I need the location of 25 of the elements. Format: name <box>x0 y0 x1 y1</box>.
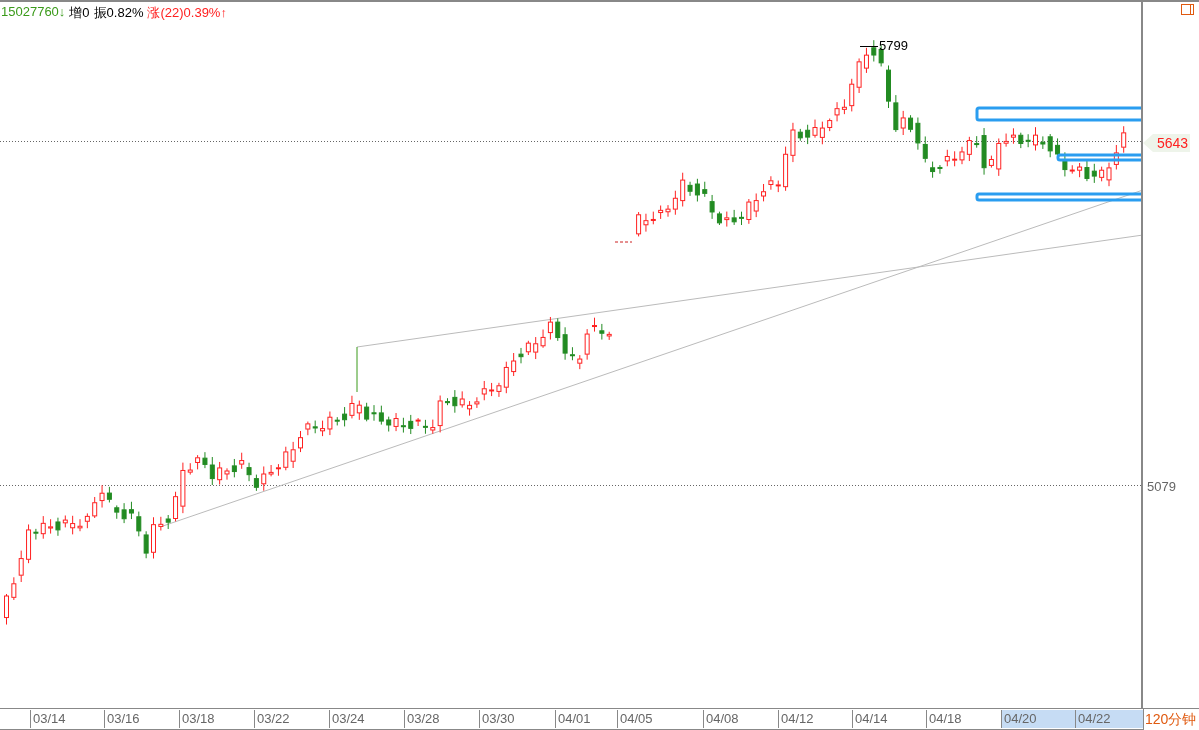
date-label: 03/24 <box>329 710 403 728</box>
date-label: 03/28 <box>404 710 478 728</box>
date-label: 04/14 <box>852 710 926 728</box>
date-label: 03/22 <box>254 710 328 728</box>
stat-text: 振0.82% <box>93 4 144 22</box>
date-label: 03/18 <box>179 710 253 728</box>
date-label: 04/05 <box>617 710 691 728</box>
date-label: 03/16 <box>104 710 178 728</box>
period-label[interactable]: 120分钟 <box>1143 708 1199 730</box>
date-label: 04/12 <box>778 710 852 728</box>
date-label: 04/20 <box>1001 710 1075 728</box>
stat-text: 涨(22)0.39%↑ <box>147 4 227 22</box>
price-label: 5079 <box>1147 478 1176 496</box>
stat-text: 15027760↓ <box>1 4 66 21</box>
window-icon[interactable] <box>1181 4 1194 15</box>
date-label: 04/18 <box>926 710 1000 728</box>
dashed-line <box>614 241 633 243</box>
high-marker-line <box>859 46 879 47</box>
date-label: 04/22 <box>1075 710 1143 728</box>
high-price-label: 5799 <box>879 38 908 53</box>
current-price-tag: 5643 <box>1143 134 1191 152</box>
date-label: 04/08 <box>703 710 777 728</box>
date-label: 03/14 <box>30 710 104 728</box>
stat-text: 增0 <box>69 4 90 22</box>
date-label: 03/30 <box>479 710 553 728</box>
